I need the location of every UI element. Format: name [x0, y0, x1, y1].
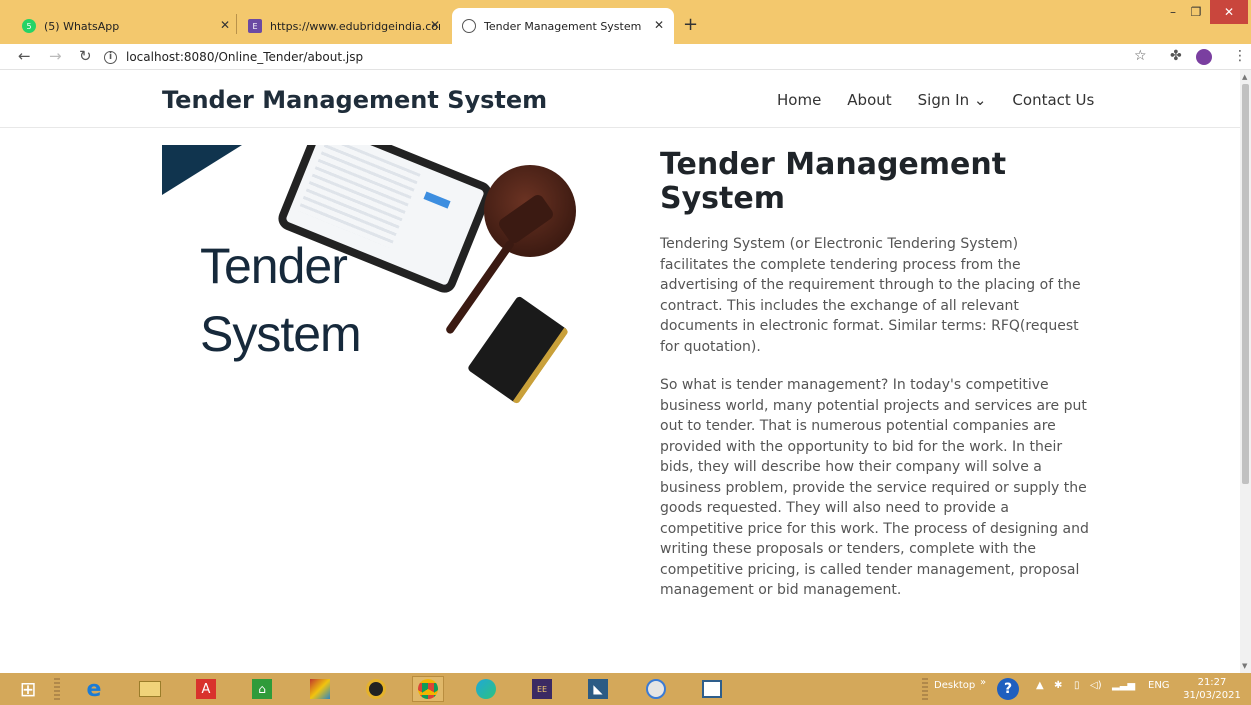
desktop-toolbar-label[interactable]: Desktop [934, 680, 975, 691]
chrome-icon[interactable] [412, 676, 444, 702]
scroll-down-icon[interactable]: ▼ [1242, 662, 1247, 670]
file-explorer-icon[interactable] [134, 676, 166, 702]
close-window-icon[interactable]: ✕ [1210, 0, 1248, 24]
taskbar-grip [922, 678, 928, 700]
close-tab-icon[interactable]: ✕ [220, 18, 230, 32]
restore-icon[interactable]: ❐ [1184, 0, 1208, 24]
store-icon[interactable]: ⌂ [246, 676, 278, 702]
help-icon[interactable]: ? [992, 676, 1024, 702]
nav-about[interactable]: About [847, 91, 891, 109]
notepad-icon[interactable] [696, 676, 728, 702]
tab-whatsapp[interactable]: 5 (5) WhatsApp ✕ [12, 8, 240, 44]
whatsapp-icon: 5 [22, 19, 36, 33]
hero-word-system: System [200, 306, 362, 362]
games-icon[interactable] [304, 676, 336, 702]
edge-icon[interactable] [470, 676, 502, 702]
scrollbar-thumb[interactable] [1242, 84, 1249, 484]
site-header: Tender Management System Home About Sign… [0, 70, 1240, 128]
bluetooth-icon[interactable]: ✱ [1054, 680, 1062, 691]
forward-icon[interactable]: → [49, 47, 62, 65]
page-scrollbar[interactable]: ▲ ▼ [1240, 70, 1251, 673]
clock-date: 31/03/2021 [1183, 690, 1241, 701]
tab-separator [236, 14, 237, 34]
info-icon[interactable]: i [104, 50, 117, 64]
site-brand[interactable]: Tender Management System [162, 86, 547, 114]
globe-icon [462, 19, 476, 33]
media-player-icon[interactable] [360, 676, 392, 702]
battery-icon[interactable]: ▯ [1074, 680, 1080, 691]
mysql-workbench-icon[interactable]: ◣ [582, 676, 614, 702]
paint-icon[interactable] [640, 676, 672, 702]
tab-edubridge[interactable]: E https://www.edubridgeindia.com ✕ [238, 8, 450, 44]
clock-time: 21:27 [1197, 677, 1227, 688]
internet-explorer-icon[interactable]: e [78, 676, 110, 702]
hero-word-tender: Tender [200, 238, 348, 294]
menu-dots-icon[interactable]: ⋮ [1233, 48, 1247, 64]
browser-toolbar: ← → ↻ i localhost:8080/Online_Tender/abo… [0, 44, 1251, 70]
back-icon[interactable]: ← [18, 47, 31, 65]
volume-icon[interactable]: ◁) [1090, 680, 1102, 691]
close-tab-icon[interactable]: ✕ [654, 18, 664, 32]
nav-sign-in[interactable]: Sign In ⌄ [918, 91, 987, 109]
minimize-icon[interactable]: – [1162, 0, 1184, 24]
nav-contact-us[interactable]: Contact Us [1012, 91, 1094, 109]
toolbar-expand-icon[interactable]: » [980, 677, 986, 688]
show-hidden-icons[interactable]: ▲ [1036, 680, 1044, 691]
paragraph-details: So what is tender management? In today's… [660, 377, 1089, 598]
network-signal-icon[interactable]: ▂▃▅ [1112, 680, 1135, 691]
hero-image: Tender System [162, 145, 588, 407]
new-tab-button[interactable]: + [683, 14, 698, 35]
eclipse-ide-icon[interactable]: EE [526, 676, 558, 702]
site-nav: Home About Sign In ⌄ Contact Us [777, 91, 1094, 109]
clock[interactable]: 21:27 31/03/2021 [1180, 676, 1244, 702]
edubridge-icon: E [248, 19, 262, 33]
profile-avatar[interactable] [1196, 49, 1212, 65]
language-indicator[interactable]: ENG [1148, 680, 1170, 691]
tab-tender-management[interactable]: Tender Management System ✕ [452, 8, 674, 44]
windows-taskbar: ⊞ e A ⌂ EE ◣ Desktop » ? ▲ ✱ ▯ ◁) ▂▃▅ EN… [0, 673, 1251, 705]
address-bar[interactable]: i localhost:8080/Online_Tender/about.jsp [104, 46, 1154, 68]
page-title: Tender Management System [660, 147, 1007, 216]
bookmark-star-icon[interactable]: ☆ [1134, 48, 1147, 64]
scroll-up-icon[interactable]: ▲ [1242, 73, 1247, 81]
extensions-icon[interactable]: ✤ [1170, 48, 1182, 64]
about-content: Tender Management System Tendering Syste… [660, 148, 1090, 619]
close-tab-icon[interactable]: ✕ [430, 18, 440, 32]
hero-corner-triangle [162, 145, 242, 195]
acrobat-reader-icon[interactable]: A [190, 676, 222, 702]
paragraph-intro: Tendering System (or Electronic Tenderin… [660, 236, 1081, 355]
web-page: Tender Management System Home About Sign… [0, 70, 1240, 673]
windows-start-icon[interactable]: ⊞ [12, 676, 44, 702]
taskbar-grip [54, 678, 60, 700]
notebook-illustration [466, 295, 570, 405]
reload-icon[interactable]: ↻ [79, 47, 92, 65]
nav-home[interactable]: Home [777, 91, 821, 109]
url-text: localhost:8080/Online_Tender/about.jsp [126, 50, 364, 64]
browser-tabstrip: 5 (5) WhatsApp ✕ E https://www.edubridge… [0, 0, 1251, 44]
